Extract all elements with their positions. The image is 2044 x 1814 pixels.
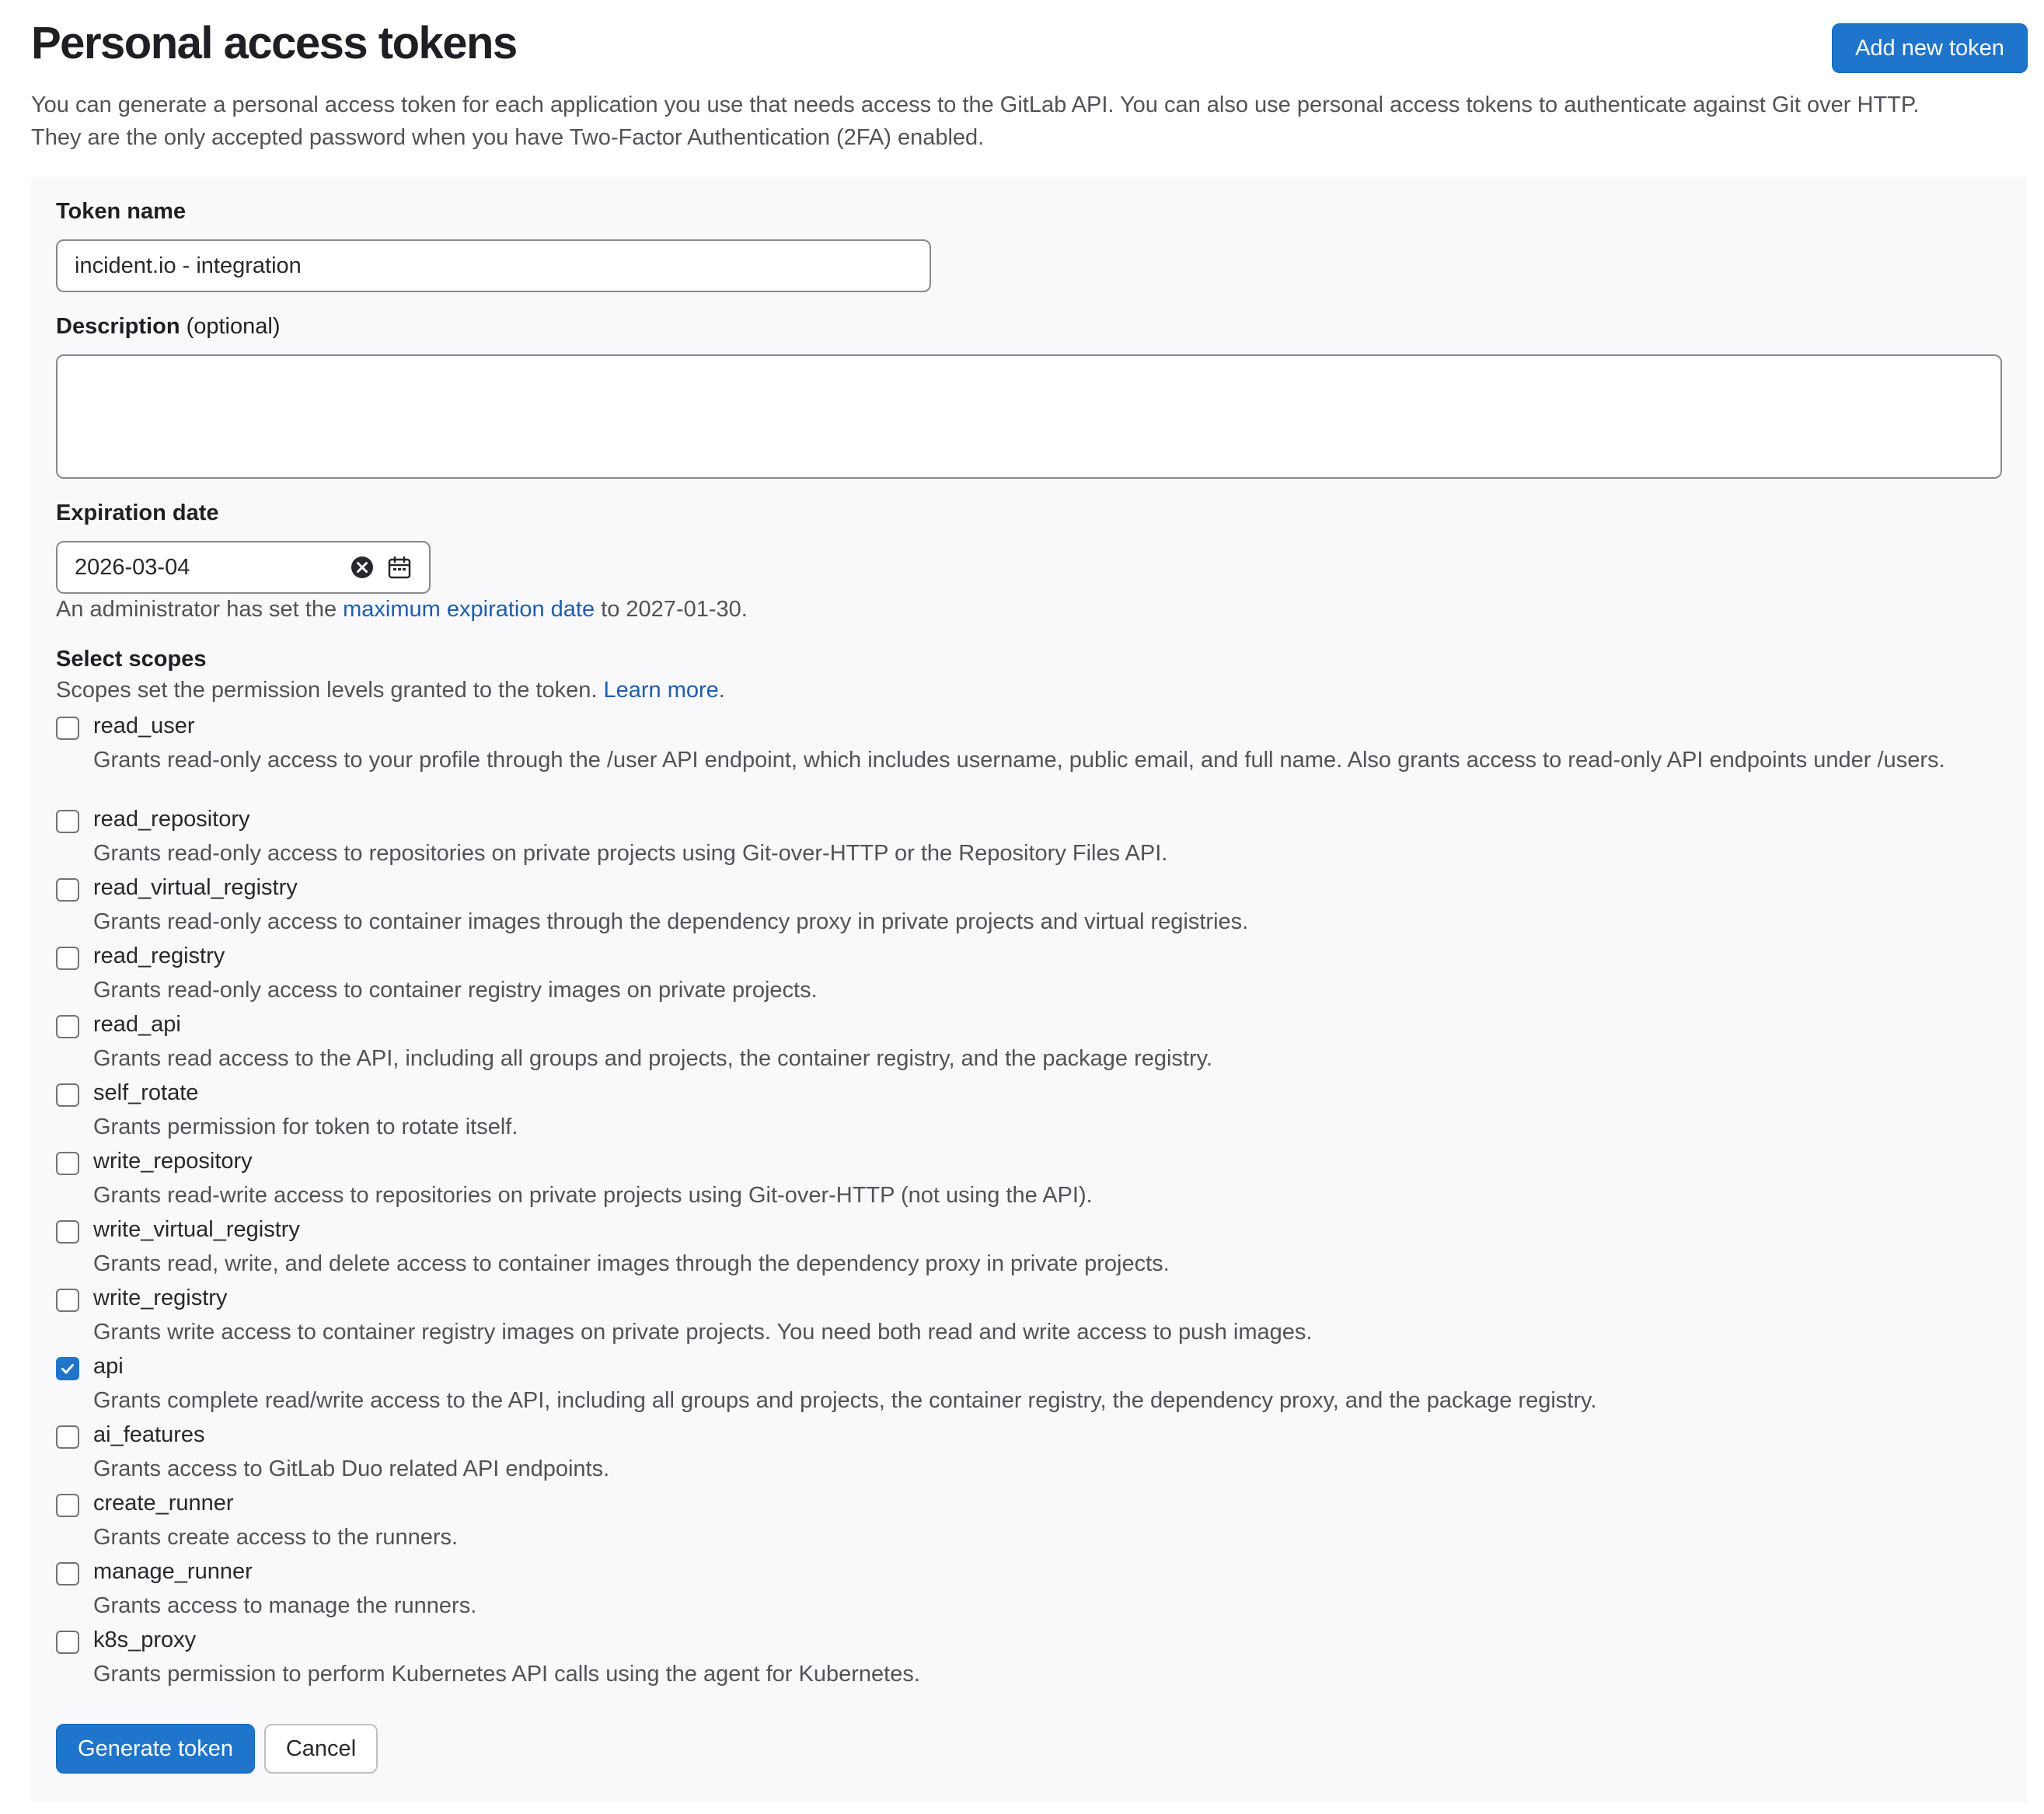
scope-checkbox[interactable] [56, 1562, 79, 1586]
scope-checkbox[interactable] [56, 1152, 79, 1175]
select-scopes-label: Select scopes [56, 647, 207, 672]
expiration-help-suffix: to 2027-01-30. [595, 597, 748, 622]
scope-checkbox[interactable] [56, 1425, 79, 1449]
learn-more-link[interactable]: Learn more [603, 678, 718, 703]
cancel-button[interactable]: Cancel [264, 1724, 378, 1774]
scope-checkbox[interactable] [56, 717, 79, 740]
scope-description: Grants access to manage the runners. [93, 1593, 477, 1618]
scope-description: Grants create access to the runners. [93, 1525, 459, 1550]
scope-checkbox[interactable] [56, 1289, 79, 1312]
scope-description: Grants permission to perform Kubernetes … [93, 1662, 920, 1687]
clear-icon[interactable] [350, 555, 375, 580]
token-name-input[interactable]: incident.io - integration [56, 239, 931, 292]
intro-line-1: You can generate a personal access token… [31, 92, 1920, 117]
scope-name[interactable]: write_registry [93, 1285, 227, 1311]
scope-name[interactable]: read_repository [93, 807, 250, 832]
scope-description: Grants read-only access to your profile … [93, 748, 1945, 773]
page: Personal access tokens Add new token You… [0, 0, 2044, 1814]
scope-description: Grants read-write access to repositories… [93, 1183, 1093, 1208]
scope-name[interactable]: read_user [93, 713, 195, 739]
scopes-help: Scopes set the permission levels granted… [56, 678, 725, 703]
scopes-help-end: . [718, 678, 725, 703]
scope-description: Grants complete read/write access to the… [93, 1388, 1597, 1413]
scope-checkbox[interactable] [56, 1357, 79, 1380]
token-name-label: Token name [56, 199, 187, 224]
scope-name[interactable]: manage_runner [93, 1559, 253, 1585]
description-textarea[interactable] [56, 354, 2002, 479]
scope-name[interactable]: k8s_proxy [93, 1627, 196, 1653]
token-form: Token name incident.io - integration Des… [31, 177, 2027, 1803]
generate-token-button[interactable]: Generate token [56, 1724, 255, 1774]
scope-checkbox[interactable] [56, 810, 79, 833]
scope-name[interactable]: write_virtual_registry [93, 1217, 300, 1243]
scopes-help-text: Scopes set the permission levels granted… [56, 678, 604, 703]
expiration-help-prefix: An administrator has set the [56, 597, 344, 622]
scope-name[interactable]: write_repository [93, 1149, 253, 1174]
scope-name[interactable]: self_rotate [93, 1080, 198, 1106]
intro-line-2: They are the only accepted password when… [31, 125, 985, 150]
scope-description: Grants read-only access to repositories … [93, 841, 1168, 866]
scope-checkbox[interactable] [56, 1220, 79, 1244]
scope-description: Grants read, write, and delete access to… [93, 1251, 1170, 1276]
scope-description: Grants read-only access to container reg… [93, 978, 818, 1003]
scope-name[interactable]: create_runner [93, 1491, 234, 1516]
scope-name[interactable]: api [93, 1354, 124, 1380]
scope-description: Grants access to GitLab Duo related API … [93, 1456, 610, 1481]
check-icon [61, 1364, 74, 1374]
expiration-help: An administrator has set the maximum exp… [56, 597, 748, 623]
scope-description: Grants read-only access to container ima… [93, 909, 1249, 934]
scope-name[interactable]: read_virtual_registry [93, 875, 298, 901]
scope-name[interactable]: read_registry [93, 944, 225, 969]
scope-checkbox[interactable] [56, 1083, 79, 1107]
intro-text: You can generate a personal access token… [31, 89, 2021, 154]
scope-description: Grants read access to the API, including… [93, 1046, 1213, 1071]
scope-description: Grants write access to container registr… [93, 1320, 1313, 1345]
description-label: Description (optional) [56, 314, 281, 340]
scope-checkbox[interactable] [56, 947, 79, 970]
description-optional-text: (optional) [180, 314, 281, 339]
scope-name[interactable]: read_api [93, 1012, 181, 1038]
expiration-date-label: Expiration date [56, 501, 219, 525]
scope-checkbox[interactable] [56, 1015, 79, 1038]
maximum-expiration-date-link[interactable]: maximum expiration date [343, 597, 595, 622]
scope-checkbox[interactable] [56, 878, 79, 902]
description-label-text: Description [56, 314, 180, 339]
scope-checkbox[interactable] [56, 1631, 79, 1654]
scope-description: Grants permission for token to rotate it… [93, 1115, 518, 1139]
scope-checkbox[interactable] [56, 1494, 79, 1517]
calendar-icon[interactable] [385, 553, 413, 581]
page-title: Personal access tokens [31, 18, 518, 68]
scope-name[interactable]: ai_features [93, 1422, 205, 1448]
add-new-token-button[interactable]: Add new token [1832, 23, 2028, 73]
